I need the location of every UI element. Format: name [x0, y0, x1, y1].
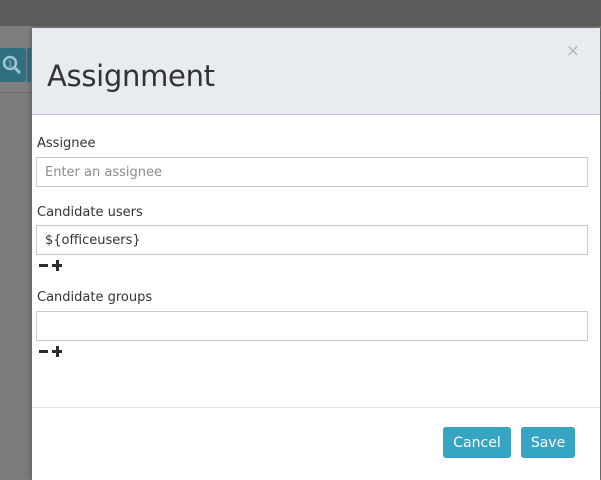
plus-icon[interactable] — [51, 258, 62, 272]
toolbar-button-partial[interactable] — [27, 48, 31, 82]
candidate-users-input[interactable] — [36, 225, 588, 255]
cancel-button[interactable]: Cancel — [443, 427, 511, 458]
candidate-users-controls — [38, 258, 62, 272]
minus-icon[interactable] — [38, 344, 49, 358]
modal-title: Assignment — [47, 59, 215, 93]
app-topbar — [0, 0, 601, 26]
close-icon[interactable]: × — [566, 41, 580, 61]
svg-text:1: 1 — [8, 60, 13, 69]
plus-icon[interactable] — [51, 344, 62, 358]
candidate-groups-input[interactable] — [36, 311, 588, 341]
save-button[interactable]: Save — [521, 427, 575, 458]
zoom-toolbar-button[interactable]: 1 — [0, 48, 26, 82]
modal-header: Assignment × — [32, 28, 600, 115]
assignment-modal: Assignment × Assignee Candidate users Ca… — [32, 28, 600, 480]
candidate-groups-label: Candidate groups — [37, 290, 153, 305]
candidate-groups-controls — [38, 344, 62, 358]
assignee-input[interactable] — [36, 157, 588, 187]
footer-divider — [32, 407, 600, 408]
minus-icon[interactable] — [38, 258, 49, 272]
zoom-icon: 1 — [2, 55, 22, 75]
candidate-users-label: Candidate users — [37, 205, 143, 220]
assignee-label: Assignee — [37, 136, 96, 151]
